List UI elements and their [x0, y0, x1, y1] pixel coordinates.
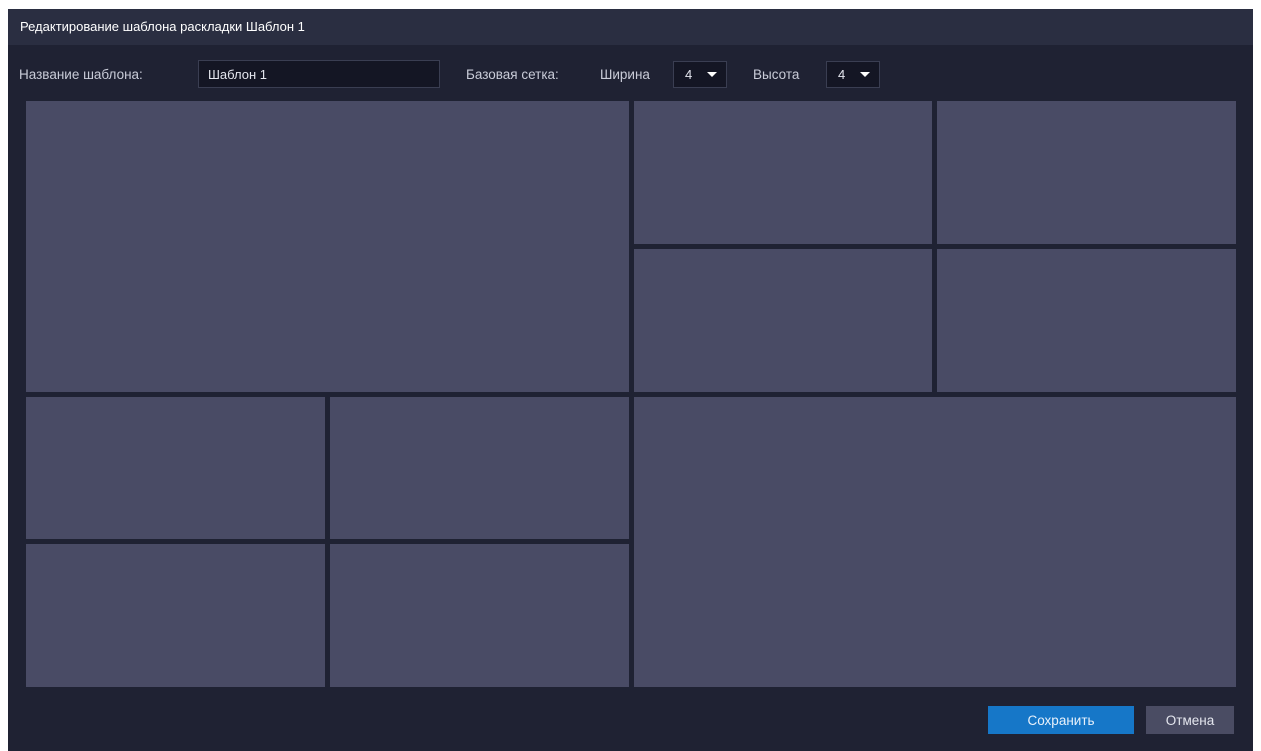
layout-cell[interactable] [633, 101, 933, 244]
cancel-button[interactable]: Отмена [1146, 706, 1234, 734]
layout-cell[interactable] [26, 544, 325, 687]
layout-cell[interactable] [633, 248, 933, 392]
dialog-title: Редактирование шаблона раскладки Шаблон … [20, 19, 305, 34]
layout-cell[interactable] [26, 101, 629, 392]
layout-cell[interactable] [937, 248, 1236, 392]
grid-height-label: Высота [753, 67, 800, 82]
template-name-input[interactable] [198, 60, 440, 88]
grid-width-select[interactable]: 4 [673, 61, 727, 88]
layout-cell[interactable] [633, 396, 1236, 687]
layout-cell[interactable] [329, 544, 629, 687]
layout-cell[interactable] [329, 396, 629, 540]
template-name-label: Название шаблона: [19, 67, 143, 82]
layout-cell[interactable] [937, 101, 1236, 244]
chevron-down-icon [707, 72, 717, 77]
grid-width-label: Ширина [600, 67, 650, 82]
base-grid-label: Базовая сетка: [466, 67, 559, 82]
layout-cell[interactable] [26, 396, 325, 540]
grid-height-value: 4 [838, 67, 846, 82]
layout-template-dialog: Редактирование шаблона раскладки Шаблон … [8, 9, 1253, 751]
grid-height-select[interactable]: 4 [826, 61, 880, 88]
dialog-titlebar: Редактирование шаблона раскладки Шаблон … [8, 9, 1253, 45]
chevron-down-icon [860, 72, 870, 77]
save-button[interactable]: Сохранить [988, 706, 1134, 734]
grid-width-value: 4 [685, 67, 693, 82]
layout-grid [26, 101, 1236, 687]
